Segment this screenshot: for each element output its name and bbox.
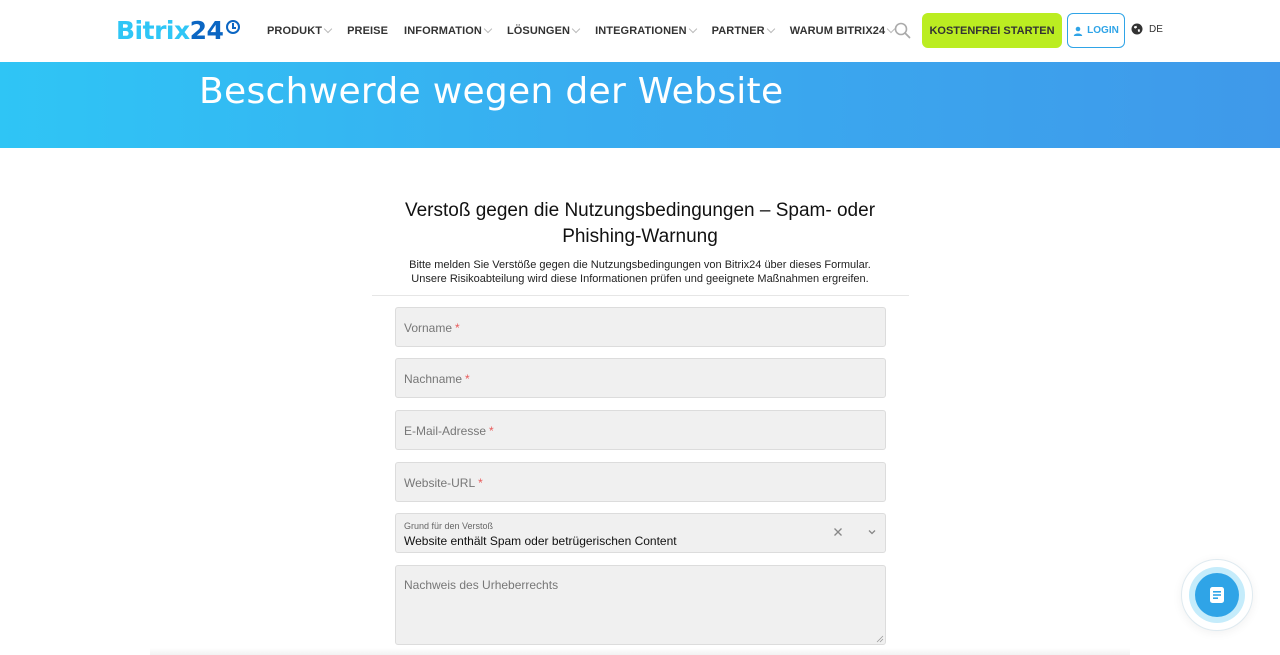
nav-item-label: INFORMATION [404, 25, 482, 37]
chat-form-icon [1210, 587, 1224, 603]
globe-icon [1131, 23, 1143, 35]
language-label: DE [1149, 23, 1163, 35]
bitrix24-logo[interactable]: Bitrix 24 [116, 14, 241, 46]
first-name-placeholder-text: Vorname [404, 321, 453, 335]
form-title: Verstoß gegen die Nutzungsbedingungen – … [404, 200, 876, 247]
resize-handle-icon[interactable] [876, 635, 884, 643]
first-name-placeholder: Vorname * [404, 321, 460, 335]
nav-item-integrationen[interactable]: INTEGRATIONEN [595, 24, 697, 37]
start-free-button[interactable]: KOSTENFREI STARTEN [922, 13, 1062, 48]
language-switcher[interactable]: DE [1131, 23, 1163, 35]
chat-widget-button[interactable] [1181, 559, 1253, 631]
chevron-down-icon[interactable] [866, 526, 878, 538]
nav-item-information[interactable]: INFORMATION [404, 24, 493, 37]
last-name-field[interactable]: Nachname * [395, 358, 886, 398]
required-mark: * [465, 372, 470, 386]
login-button[interactable]: LOGIN [1067, 13, 1125, 48]
violation-reason-label: Grund für den Verstoß [404, 521, 494, 531]
main-nav: PRODUKT PREISE INFORMATION LÖSUNGEN INTE… [267, 23, 910, 39]
required-mark: * [478, 476, 483, 490]
chevron-down-icon [766, 24, 775, 34]
bottom-shadow [150, 648, 1130, 655]
page-banner: Beschwerde wegen der Website [0, 62, 1280, 148]
last-name-placeholder-text: Nachname [404, 372, 463, 386]
nav-item-label: PARTNER [711, 25, 765, 37]
chat-widget-core [1195, 573, 1239, 617]
website-url-field[interactable]: Website-URL * [395, 462, 886, 502]
chevron-down-icon [323, 24, 333, 34]
nav-item-label: WARUM BITRIX24 [789, 25, 886, 37]
nav-item-warum-bitrix24[interactable]: WARUM BITRIX24 [789, 24, 896, 37]
nav-item-label: LÖSUNGEN [506, 25, 571, 37]
first-name-field[interactable]: Vorname * [395, 307, 886, 347]
copyright-proof-placeholder: Nachweis des Urheberrechts [404, 578, 559, 592]
page-title: Beschwerde wegen der Website [199, 71, 784, 112]
nav-item-label: INTEGRATIONEN [595, 25, 687, 37]
site-header: Bitrix 24 PRODUKT PREISE INFORMATION LÖSU… [0, 0, 1280, 62]
logo-text-bitrix: Bitrix [116, 15, 190, 45]
copyright-proof-textarea[interactable]: Nachweis des Urheberrechts [395, 565, 886, 645]
last-name-placeholder: Nachname * [404, 372, 470, 386]
email-placeholder: E-Mail-Adresse * [404, 424, 494, 438]
search-icon[interactable] [894, 22, 911, 39]
required-mark: * [489, 424, 494, 438]
form-description-line-1: Bitte melden Sie Verstöße gegen die Nutz… [409, 259, 871, 271]
login-label: LOGIN [1087, 25, 1119, 36]
chevron-down-icon [688, 24, 697, 34]
form-divider [372, 295, 909, 296]
email-placeholder-text: E-Mail-Adresse [404, 424, 487, 438]
form-description-line-2: Unsere Risikoabteilung wird diese Inform… [411, 273, 869, 285]
website-url-placeholder-text: Website-URL [404, 476, 476, 490]
violation-reason-select[interactable]: Grund für den Verstoß Website enthält Sp… [395, 513, 886, 553]
website-url-placeholder: Website-URL * [404, 476, 483, 490]
nav-item-label: PRODUKT [267, 25, 323, 37]
nav-item-produkt[interactable]: PRODUKT [267, 24, 333, 37]
form-header: Verstoß gegen die Nutzungsbedingungen – … [372, 198, 908, 286]
nav-item-loesungen[interactable]: LÖSUNGEN [506, 24, 581, 37]
clock-icon [226, 20, 241, 34]
nav-item-preise[interactable]: PREISE [347, 25, 388, 37]
chevron-down-icon [483, 24, 493, 34]
form-description: Bitte melden Sie Verstöße gegen die Nutz… [372, 258, 908, 286]
chevron-down-icon [571, 24, 581, 34]
close-icon[interactable] [832, 526, 844, 538]
violation-reason-value: Website enthält Spam oder betrügerischen… [404, 534, 677, 548]
logo-text-24: 24 [189, 15, 224, 45]
user-icon [1073, 26, 1083, 36]
nav-item-label: PREISE [347, 25, 389, 37]
required-mark: * [455, 321, 460, 335]
email-field[interactable]: E-Mail-Adresse * [395, 410, 886, 450]
nav-item-partner[interactable]: PARTNER [711, 24, 775, 37]
